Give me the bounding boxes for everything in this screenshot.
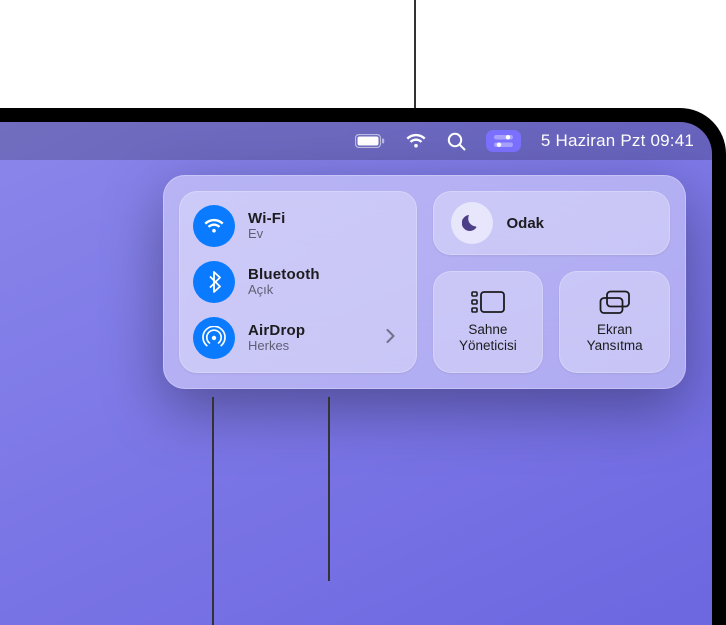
bluetooth-title: Bluetooth <box>248 266 320 283</box>
focus-tile[interactable]: Odak <box>433 191 671 255</box>
bluetooth-text: Bluetooth Açık <box>248 266 320 298</box>
bluetooth-icon <box>193 261 235 303</box>
menu-bar: 5 Haziran Pzt 09:41 <box>0 122 712 160</box>
battery-icon[interactable] <box>355 134 385 148</box>
bluetooth-subtitle: Açık <box>248 283 320 298</box>
airdrop-icon <box>193 317 235 359</box>
focus-label: Odak <box>507 215 545 232</box>
chevron-right-icon[interactable] <box>386 329 395 348</box>
wifi-subtitle: Ev <box>248 227 286 242</box>
moon-icon <box>451 202 493 244</box>
screen-mirroring-icon <box>599 290 631 316</box>
right-column: Odak Sahne Yöneticisi Ekran Yansıtma <box>433 191 671 373</box>
wifi-title: Wi-Fi <box>248 210 286 227</box>
menubar-date-time[interactable]: 5 Haziran Pzt 09:41 <box>541 131 694 151</box>
control-center-menu-icon[interactable] <box>486 130 521 152</box>
airdrop-title: AirDrop <box>248 322 305 339</box>
callout-line-bottom-1 <box>212 397 214 625</box>
stage-manager-label: Sahne Yöneticisi <box>459 322 517 354</box>
callout-line-top <box>414 0 416 108</box>
bluetooth-row[interactable]: Bluetooth Açık <box>193 261 403 303</box>
airdrop-row[interactable]: AirDrop Herkes <box>193 317 403 359</box>
airdrop-text: AirDrop Herkes <box>248 322 305 354</box>
desktop-screen: 5 Haziran Pzt 09:41 Wi-Fi Ev <box>0 122 712 625</box>
airdrop-subtitle: Herkes <box>248 339 305 354</box>
wifi-text: Wi-Fi Ev <box>248 210 286 242</box>
screen-mirroring-label: Ekran Yansıtma <box>587 322 643 354</box>
stage-manager-tile[interactable]: Sahne Yöneticisi <box>433 271 544 373</box>
stage-manager-icon <box>471 290 505 316</box>
wifi-row[interactable]: Wi-Fi Ev <box>193 205 403 247</box>
control-center-panel: Wi-Fi Ev Bluetooth Açık <box>163 175 686 389</box>
connectivity-tile: Wi-Fi Ev Bluetooth Açık <box>179 191 417 373</box>
wifi-icon <box>193 205 235 247</box>
spotlight-icon[interactable] <box>447 132 466 151</box>
device-frame: 5 Haziran Pzt 09:41 Wi-Fi Ev <box>0 108 726 625</box>
screen-mirroring-tile[interactable]: Ekran Yansıtma <box>559 271 670 373</box>
callout-line-bottom-2 <box>328 397 330 581</box>
wifi-menu-icon[interactable] <box>405 133 427 149</box>
